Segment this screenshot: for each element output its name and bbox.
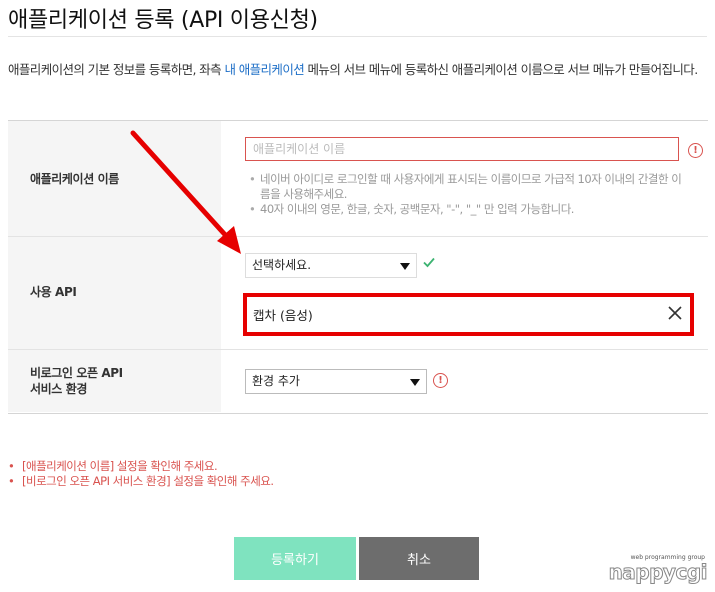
register-button[interactable]: 등록하기 bbox=[234, 537, 356, 580]
intro-text: 애플리케이션의 기본 정보를 등록하면, 좌측 내 애플리케이션 메뉴의 서브 … bbox=[8, 59, 708, 81]
intro-text-before: 애플리케이션의 기본 정보를 등록하면, 좌측 bbox=[8, 62, 225, 77]
service-env-select[interactable]: 환경 추가 bbox=[245, 369, 427, 394]
my-application-link[interactable]: 내 애플리케이션 bbox=[224, 62, 304, 77]
service-env-row: 비로그인 오픈 API 서비스 환경 환경 추가 ! bbox=[8, 350, 708, 412]
error-item: [애플리케이션 이름] 설정을 확인해 주세요. bbox=[8, 459, 274, 474]
close-icon[interactable] bbox=[666, 304, 684, 322]
hint-item: 40자 이내의 영문, 한글, 숫자, 공백문자, "-", "_" 만 입력 … bbox=[248, 202, 688, 217]
chevron-down-icon bbox=[400, 263, 410, 270]
hint-item: 네이버 아이디로 로그인할 때 사용자에게 표시되는 이름이므로 가급적 10자… bbox=[248, 172, 688, 202]
api-select-value: 선택하세요. bbox=[252, 258, 312, 272]
check-icon bbox=[423, 257, 435, 268]
service-env-error-icon: ! bbox=[433, 373, 448, 388]
chevron-down-icon bbox=[410, 379, 420, 386]
watermark-logo: nappycgi bbox=[608, 560, 708, 585]
service-env-label-cell: 비로그인 오픈 API 서비스 환경 bbox=[8, 350, 221, 412]
api-row: 사용 API 선택하세요. 캡차 (음성) bbox=[8, 237, 708, 350]
app-name-label: 애플리케이션 이름 bbox=[30, 172, 119, 186]
app-name-hints: 네이버 아이디로 로그인할 때 사용자에게 표시되는 이름이므로 가급적 10자… bbox=[248, 172, 688, 217]
app-name-error-icon: ! bbox=[688, 143, 703, 158]
service-env-label: 비로그인 오픈 API 서비스 환경 bbox=[30, 365, 123, 397]
service-env-label-line2: 서비스 환경 bbox=[30, 382, 87, 396]
selected-api-label: 캡차 (음성) bbox=[253, 308, 313, 323]
api-label: 사용 API bbox=[30, 285, 77, 299]
app-name-row: 애플리케이션 이름 ! 네이버 아이디로 로그인할 때 사용자에게 표시되는 이… bbox=[8, 121, 708, 237]
intro-text-after: 메뉴의 서브 메뉴에 등록하신 애플리케이션 이름으로 서브 메뉴가 만들어집니… bbox=[304, 62, 699, 77]
api-label-cell: 사용 API bbox=[8, 237, 221, 349]
title-divider bbox=[8, 36, 707, 37]
page-title: 애플리케이션 등록 (API 이용신청) bbox=[8, 8, 318, 33]
error-list: [애플리케이션 이름] 설정을 확인해 주세요. [비로그인 오픈 API 서비… bbox=[8, 459, 274, 489]
registration-form: 애플리케이션 이름 ! 네이버 아이디로 로그인할 때 사용자에게 표시되는 이… bbox=[8, 120, 708, 414]
selected-api-item: 캡차 (음성) bbox=[247, 297, 690, 332]
watermark: web programming group nappycgi bbox=[608, 554, 709, 586]
app-name-label-cell: 애플리케이션 이름 bbox=[8, 121, 221, 236]
service-env-select-value: 환경 추가 bbox=[252, 374, 300, 388]
api-select[interactable]: 선택하세요. bbox=[245, 253, 417, 278]
cancel-button[interactable]: 취소 bbox=[359, 537, 479, 580]
service-env-label-line1: 비로그인 오픈 API bbox=[30, 366, 123, 380]
app-name-input[interactable] bbox=[245, 137, 679, 161]
error-item: [비로그인 오픈 API 서비스 환경] 설정을 확인해 주세요. bbox=[8, 474, 274, 489]
